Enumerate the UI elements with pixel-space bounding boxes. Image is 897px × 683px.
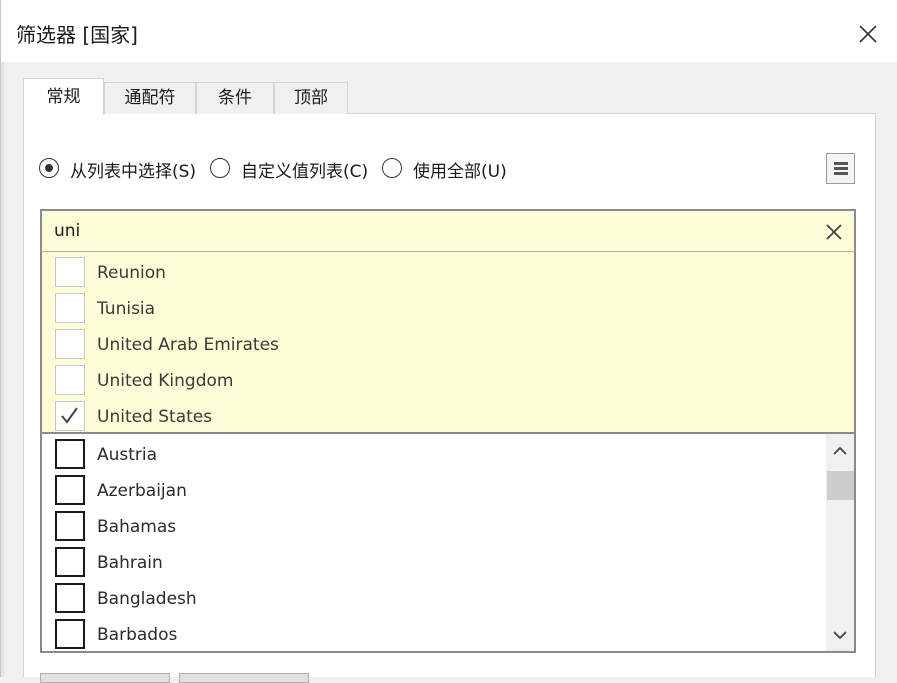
match-item-tunisia[interactable]: Tunisia — [42, 290, 822, 326]
list-options-menu-button[interactable] — [826, 153, 855, 184]
background-window-edge — [1, 62, 4, 677]
tab-condition[interactable]: 条件 — [196, 82, 274, 114]
radio-custom-value-list[interactable]: 自定义值列表(C) — [210, 156, 376, 182]
match-item-label: United States — [97, 407, 213, 427]
match-item-label: Reunion — [97, 263, 166, 283]
checkbox[interactable] — [55, 475, 85, 505]
chevron-up-icon — [833, 446, 847, 455]
dialog-title: 筛选器 [国家] — [16, 23, 138, 47]
search-input[interactable] — [54, 219, 794, 243]
tab-general[interactable]: 常规 — [23, 78, 104, 115]
match-item-united-kingdom[interactable]: United Kingdom — [42, 362, 822, 398]
chevron-down-icon — [833, 631, 847, 640]
list-item-label: Austria — [97, 445, 158, 465]
list-scrollbar[interactable] — [826, 434, 854, 651]
clear-search-button[interactable] — [822, 220, 846, 244]
list-item-bahamas[interactable]: Bahamas — [42, 508, 822, 544]
list-item-bahrain[interactable]: Bahrain — [42, 544, 822, 580]
title-bar: 筛选器 [国家] — [1, 0, 897, 62]
match-item-reunion[interactable]: Reunion — [42, 254, 822, 290]
close-button[interactable] — [851, 17, 885, 51]
checkmark-icon — [61, 407, 78, 424]
close-icon — [859, 25, 877, 43]
value-list: Austria Azerbaijan Bahamas Bahrain Bangl… — [40, 434, 856, 653]
clear-search-icon — [826, 224, 842, 240]
bottom-button-right[interactable] — [179, 673, 309, 683]
radio-label: 自定义值列表(C) — [241, 162, 369, 182]
checkbox[interactable] — [55, 583, 85, 613]
list-item-label: Barbados — [97, 625, 178, 645]
checkbox[interactable] — [55, 547, 85, 577]
scroll-down-button[interactable] — [826, 621, 854, 649]
match-item-united-arab-emirates[interactable]: United Arab Emirates — [42, 326, 822, 362]
checkbox[interactable] — [55, 439, 85, 469]
radio-label: 使用全部(U) — [413, 162, 507, 182]
checkbox[interactable] — [55, 511, 85, 541]
checkbox[interactable] — [55, 293, 85, 323]
search-box — [40, 209, 856, 252]
list-item-label: Azerbaijan — [97, 481, 187, 501]
radio-select-from-list[interactable]: 从列表中选择(S) — [39, 156, 205, 182]
search-match-list: Reunion Tunisia United Arab Emirates Uni… — [40, 252, 856, 434]
tab-wildcard[interactable]: 通配符 — [104, 82, 196, 114]
checkbox[interactable] — [55, 257, 85, 287]
match-item-label: United Arab Emirates — [97, 335, 279, 355]
radio-dot — [44, 163, 53, 172]
list-item-barbados[interactable]: Barbados — [42, 616, 822, 651]
match-item-label: United Kingdom — [97, 371, 234, 391]
match-item-united-states[interactable]: United States — [42, 398, 822, 434]
filter-dialog: 筛选器 [国家] 常规 通配符 条件 顶部 从列表中选择(S) 自定义值列表(C… — [0, 0, 897, 683]
scroll-up-button[interactable] — [826, 437, 854, 465]
list-item-bangladesh[interactable]: Bangladesh — [42, 580, 822, 616]
radio-label: 从列表中选择(S) — [70, 162, 197, 182]
bottom-button-left[interactable] — [40, 673, 170, 683]
radio-use-all[interactable]: 使用全部(U) — [382, 156, 512, 182]
radio-circle — [382, 158, 402, 178]
list-item-austria[interactable]: Austria — [42, 436, 822, 472]
scroll-thumb[interactable] — [827, 471, 854, 500]
radio-circle — [210, 158, 230, 178]
checkbox-checked[interactable] — [55, 401, 85, 431]
tab-top[interactable]: 顶部 — [274, 82, 348, 114]
list-item-azerbaijan[interactable]: Azerbaijan — [42, 472, 822, 508]
list-item-label: Bangladesh — [97, 589, 197, 609]
radio-circle — [39, 158, 59, 178]
list-item-label: Bahamas — [97, 517, 177, 537]
match-item-label: Tunisia — [97, 299, 156, 319]
list-item-label: Bahrain — [97, 553, 163, 573]
checkbox[interactable] — [55, 329, 85, 359]
checkbox[interactable] — [55, 619, 85, 649]
checkbox[interactable] — [55, 365, 85, 395]
